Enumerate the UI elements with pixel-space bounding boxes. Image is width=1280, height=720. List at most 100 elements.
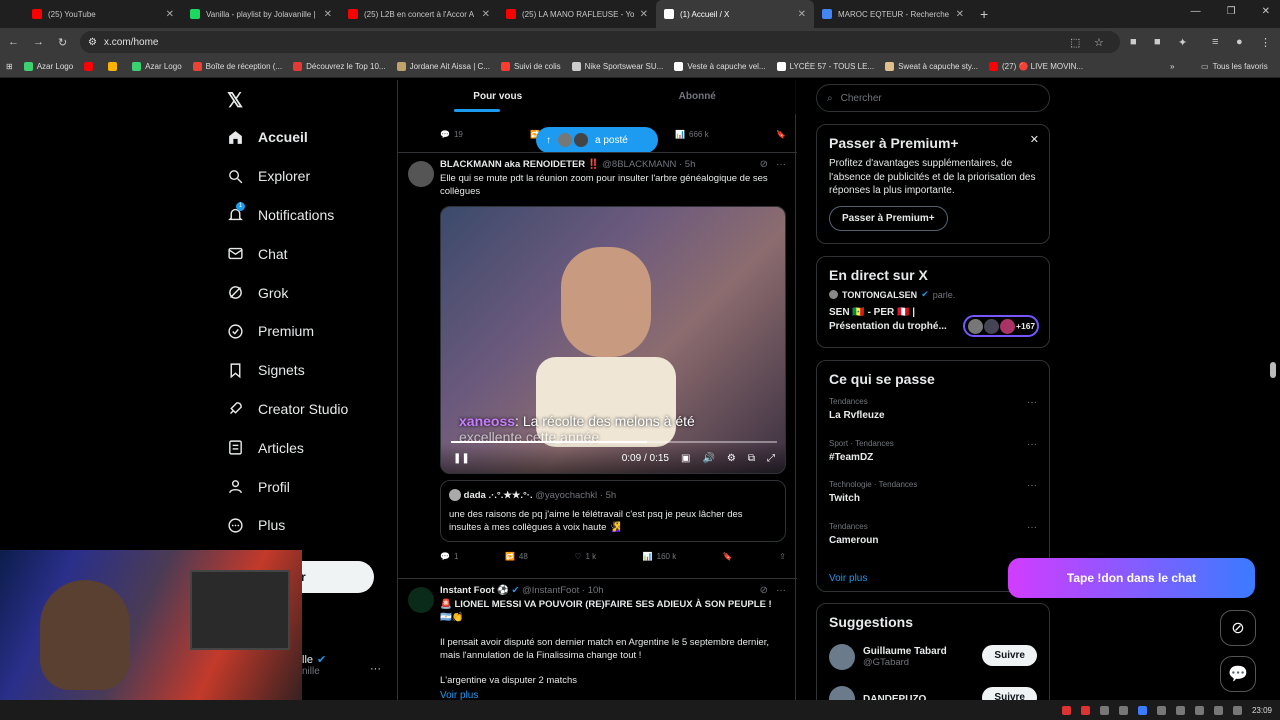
follow-button[interactable]: Suivre	[982, 645, 1037, 666]
browser-menu-icon[interactable]: ⋮	[1260, 36, 1271, 49]
captions-icon[interactable]: ▣	[681, 453, 690, 464]
nav-item-chat[interactable]: Chat	[222, 234, 392, 273]
scrollbar-thumb[interactable]	[1270, 362, 1276, 378]
tab-for-you[interactable]: Pour vous	[398, 80, 598, 114]
author-name[interactable]: BLACKMANN aka RENOIDETER ‼️	[440, 159, 600, 170]
bookmark-item[interactable]	[84, 62, 97, 71]
grok-fab[interactable]: ⊘	[1220, 610, 1256, 646]
minimize-button[interactable]: —	[1191, 6, 1201, 17]
author-name[interactable]: Instant Foot ⚽	[440, 585, 509, 596]
live-text[interactable]: SEN 🇸🇳 - PER 🇵🇪 | Présentation du trophé…	[829, 306, 953, 333]
tray-icon[interactable]	[1194, 705, 1204, 715]
tweet-time[interactable]: 10h	[588, 585, 604, 596]
tray-icon[interactable]	[1156, 705, 1166, 715]
close-tab-icon[interactable]: ✕	[166, 9, 174, 20]
install-icon[interactable]: ⬚	[1070, 36, 1080, 49]
bookmark-item[interactable]: Boîte de réception (...	[192, 62, 282, 71]
more-icon[interactable]: ···	[1027, 522, 1037, 533]
search-input[interactable]: ⌕ Chercher	[816, 84, 1050, 112]
all-bookmarks[interactable]: ▭ Tous les favoris	[1201, 62, 1268, 71]
trend-item[interactable]: Tendances Cameroun ···	[829, 522, 1037, 564]
tweet-time[interactable]: 5h	[685, 159, 696, 170]
nav-item-grok[interactable]: Grok	[222, 273, 392, 312]
more-icon[interactable]: ···	[776, 585, 786, 596]
bluetooth-icon[interactable]	[1137, 705, 1147, 715]
bookmark-item[interactable]: Sweat à capuche sty...	[885, 62, 978, 71]
settings-icon[interactable]: ⚙	[727, 453, 736, 464]
close-tab-icon[interactable]: ✕	[640, 9, 648, 20]
bookmark-item[interactable]: Nike Sportswear SU...	[571, 62, 663, 71]
bookmark-item[interactable]: Veste à capuche vel...	[674, 62, 766, 71]
volume-icon[interactable]: 🔊	[702, 453, 714, 464]
more-icon[interactable]: ···	[776, 159, 786, 170]
tray-icon[interactable]	[1118, 705, 1128, 715]
extension-icon[interactable]: ■	[1130, 36, 1137, 48]
address-bar[interactable]: ⚙ x.com/home	[80, 31, 1120, 53]
close-icon[interactable]: ✕	[1030, 133, 1039, 146]
nav-item-plus[interactable]: Plus	[222, 506, 392, 545]
follow-button[interactable]: Suivre	[982, 687, 1037, 700]
trend-item[interactable]: Tendances La Rvfleuze ···	[829, 397, 1037, 439]
maximize-button[interactable]: ❐	[1227, 6, 1236, 17]
tweet[interactable]: BLACKMANN aka RENOIDETER ‼️ @8BLACKMANN …	[398, 152, 797, 578]
author-handle[interactable]: @8BLACKMANN	[602, 159, 676, 170]
reply-button[interactable]: 💬 1	[440, 552, 458, 561]
bookmark-item[interactable]: Azar Logo	[23, 62, 73, 71]
new-posts-pill[interactable]: ↑ a posté	[536, 127, 658, 153]
fullscreen-icon[interactable]: ⤢	[767, 453, 775, 464]
nav-item-explorer[interactable]: Explorer	[222, 157, 392, 196]
bookmark-item[interactable]	[108, 62, 121, 71]
author-handle[interactable]: @InstantFoot	[522, 585, 579, 596]
show-more-link[interactable]: Voir plus	[440, 689, 786, 700]
volume-icon[interactable]	[1232, 705, 1242, 715]
tray-icon[interactable]	[1175, 705, 1185, 715]
premium-button[interactable]: Passer à Premium+	[829, 205, 948, 231]
browser-tab[interactable]: (1) Accueil / X ✕	[656, 0, 814, 28]
forward-icon[interactable]: →	[33, 36, 44, 48]
close-tab-icon[interactable]: ✕	[956, 9, 964, 20]
trend-item[interactable]: Technologie · Tendances Twitch ···	[829, 480, 1037, 522]
quoted-tweet[interactable]: dada .·.°.★★.°·. @yayochachkl · 5h une d…	[440, 480, 786, 542]
profile-avatar-icon[interactable]: ●	[1236, 36, 1243, 48]
bookmark-item[interactable]: (27) 🔴 LIVE MOVIN...	[989, 62, 1083, 71]
nav-item-articles[interactable]: Articles	[222, 428, 392, 467]
views-button[interactable]: 📊 160 k	[643, 552, 677, 561]
browser-tab[interactable]: (25) YouTube ✕	[24, 0, 182, 28]
star-icon[interactable]: ☆	[1094, 36, 1104, 49]
nav-item-premium[interactable]: Premium	[222, 312, 392, 351]
browser-tab[interactable]: Vanilla - playlist by Jolavanille | ✕	[182, 0, 340, 28]
close-tab-icon[interactable]: ✕	[324, 9, 332, 20]
grok-icon[interactable]: ⊘	[760, 159, 768, 170]
nav-item-signets[interactable]: Signets	[222, 351, 392, 390]
bookmark-item[interactable]: Jordane Ait Aissa | C...	[396, 62, 490, 71]
bookmark-button[interactable]: 🔖	[776, 130, 786, 139]
share-button[interactable]: ⇪	[779, 552, 786, 561]
account-more-icon[interactable]: ···	[370, 663, 381, 675]
trends-more-link[interactable]: Voir plus	[829, 573, 1037, 584]
close-window-button[interactable]: ✕	[1262, 6, 1270, 17]
trend-item[interactable]: Sport · Tendances #TeamDZ ···	[829, 439, 1037, 481]
reload-icon[interactable]: ↻	[58, 36, 67, 49]
bookmark-item[interactable]: Suivi de colis	[500, 62, 561, 71]
apps-icon[interactable]: ⊞	[6, 62, 13, 71]
like-button[interactable]: ♡ 1 k	[574, 552, 596, 561]
browser-tab[interactable]: MAROC EQTEUR - Recherche G ✕	[814, 0, 972, 28]
messages-fab[interactable]: 💬	[1220, 656, 1256, 692]
bookmark-item[interactable]: LYCÉE 57 - TOUS LE...	[776, 62, 874, 71]
bookmark-item[interactable]: Azar Logo	[132, 62, 182, 71]
tab-following[interactable]: Abonné	[598, 80, 798, 114]
clock[interactable]: 23:09	[1252, 706, 1272, 715]
tray-icon[interactable]	[1080, 705, 1090, 715]
puzzle-icon[interactable]: ✦	[1178, 36, 1187, 49]
browser-tab[interactable]: (25) L2B en concert à l'Accor A ✕	[340, 0, 498, 28]
reply-button[interactable]: 💬 19	[440, 130, 463, 139]
media-icon[interactable]: ≡	[1212, 36, 1218, 48]
bookmarks-overflow-icon[interactable]: »	[1170, 62, 1174, 71]
bookmark-button[interactable]: 🔖	[723, 552, 733, 561]
extension-icon[interactable]: ■	[1154, 36, 1161, 48]
account-switcher[interactable]: lle ✔ nille	[302, 653, 326, 678]
new-tab-button[interactable]: +	[980, 6, 988, 22]
avatar[interactable]	[408, 587, 434, 613]
video-player[interactable]: xaneoss: La récolte des melons à été exc…	[440, 206, 786, 474]
tray-icon[interactable]	[1061, 705, 1071, 715]
